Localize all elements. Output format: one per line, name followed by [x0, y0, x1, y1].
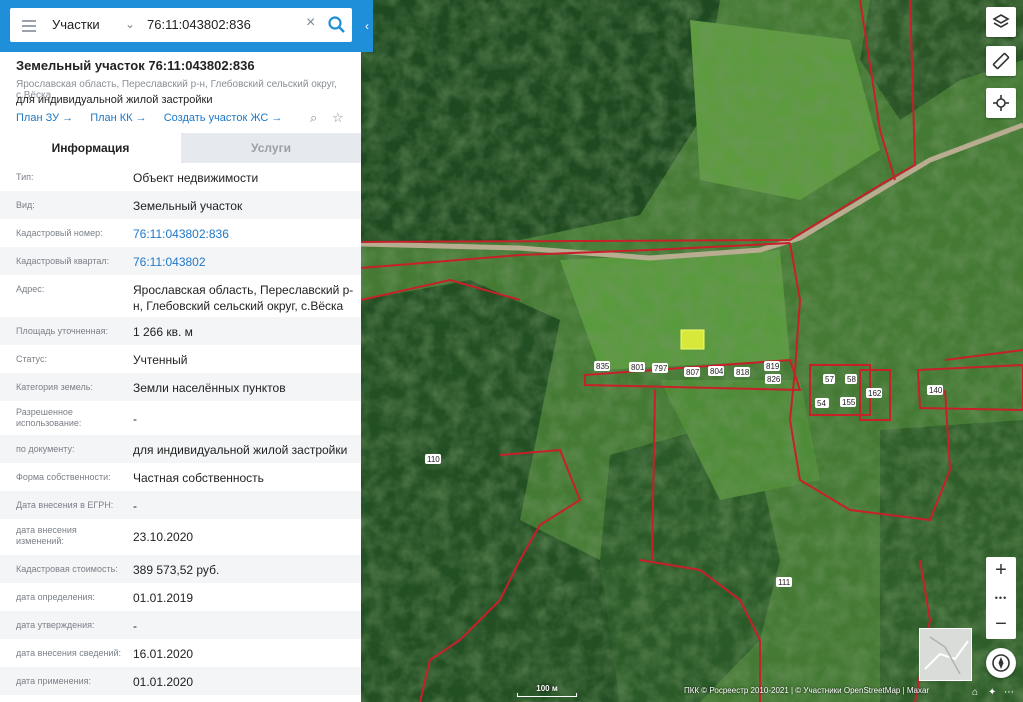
chevron-left-icon: ‹ — [365, 19, 369, 33]
parcel-label: 819 — [764, 361, 780, 371]
info-panel: Участки ⌄ 76:11:043802:836 × Земельный у… — [0, 0, 361, 702]
parcel-label: 155 — [840, 397, 856, 407]
property-row: Кадастровая стоимость: 389 573,52 руб. — [0, 555, 361, 583]
property-row: Вид: Земельный участок — [0, 191, 361, 219]
map-scale: 100 м — [517, 684, 577, 697]
property-row: Разрешенное использование: - — [16, 407, 137, 428]
property-row: Категория земель: Земли населённых пункто… — [0, 373, 361, 401]
search-box: Участки ⌄ 76:11:043802:836 × — [10, 8, 352, 42]
search-input[interactable]: 76:11:043802:836 — [147, 17, 251, 32]
property-row: Дата внесения в ЕГРН: - — [0, 491, 361, 519]
svg-text:111: 111 — [778, 578, 791, 587]
parcel-label: 110 — [425, 454, 441, 464]
plan-kk-link[interactable]: План КК → — [90, 112, 146, 124]
zoom-out-button[interactable]: − — [986, 611, 1016, 638]
ruler-icon — [992, 52, 1010, 70]
plan-zu-link[interactable]: План ЗУ → — [16, 112, 73, 124]
svg-text:57: 57 — [825, 375, 834, 384]
star-icon[interactable]: ☆ — [332, 110, 344, 126]
svg-text:155: 155 — [842, 398, 856, 407]
home-icon[interactable]: ⌂ — [972, 687, 978, 698]
property-table: Тип: Объект недвижимости Вид: Земельный уч… — [0, 163, 361, 695]
parcel-label: 54 — [815, 398, 829, 408]
parcel-label: 58 — [845, 374, 857, 384]
search-bar: Участки ⌄ 76:11:043802:836 × — [0, 0, 361, 52]
property-row: дата определения: 01.01.2019 — [16, 591, 194, 605]
property-row: по документу: для индивидуальной жилой за… — [0, 435, 361, 463]
svg-text:110: 110 — [427, 455, 440, 464]
parcel-label: 835 — [594, 361, 610, 371]
ruler-button[interactable] — [986, 46, 1016, 76]
search-doc-icon[interactable]: ⌕ — [310, 110, 317, 126]
object-use: для индивидуальной жилой застройки — [16, 94, 213, 106]
compass-icon — [992, 654, 1010, 672]
property-row: дата внесения сведений: 16.01.2020 — [16, 647, 194, 661]
property-row: Статус: Учтенный — [16, 353, 188, 367]
share-icon[interactable]: ⋯ — [1004, 687, 1014, 698]
search-type-select[interactable]: Участки — [52, 17, 100, 32]
property-row: Кадастровый квартал: 76:11:043802 — [0, 247, 361, 275]
parcel-label: 826 — [765, 374, 781, 384]
parcel-label: 140 — [927, 385, 943, 395]
collapse-panel-button[interactable]: ‹ — [361, 0, 373, 52]
object-title: Земельный участок 76:11:043802:836 — [16, 58, 255, 73]
zoom-in-button[interactable]: + — [986, 557, 1016, 584]
object-links: План ЗУ → План КК → Создать участок ЖС → — [16, 112, 296, 124]
parcel-label: 162 — [866, 388, 882, 398]
locate-button[interactable] — [986, 88, 1016, 118]
create-parcel-link[interactable]: Создать участок ЖС → — [164, 112, 283, 124]
chevron-down-icon[interactable]: ⌄ — [125, 17, 135, 31]
map-attribution: ПКК © Росреестр 2010-2021 | © Участники … — [684, 686, 930, 695]
svg-text:835: 835 — [596, 362, 610, 371]
layers-button[interactable] — [986, 7, 1016, 37]
tab-services[interactable]: Услуги — [181, 133, 361, 163]
svg-text:826: 826 — [767, 375, 781, 384]
compass-button[interactable] — [986, 648, 1016, 678]
svg-text:58: 58 — [847, 375, 856, 384]
svg-text:140: 140 — [929, 386, 943, 395]
close-icon[interactable]: × — [306, 14, 315, 32]
tab-info[interactable]: Информация — [0, 133, 181, 163]
svg-text:797: 797 — [654, 364, 668, 373]
parcel-label: 818 — [734, 367, 750, 377]
parcel-label: 797 — [652, 363, 668, 373]
parcel-label: 111 — [776, 577, 792, 587]
cadastral-number-link[interactable]: 76:11:043802:836 — [133, 226, 355, 242]
svg-text:54: 54 — [817, 399, 826, 408]
property-row: Тип: Объект недвижимости — [16, 171, 259, 185]
search-button[interactable] — [324, 11, 350, 39]
svg-text:807: 807 — [686, 368, 700, 377]
svg-text:804: 804 — [710, 367, 724, 376]
minimap[interactable] — [919, 628, 972, 681]
parcel-label: 801 — [629, 362, 645, 372]
property-row: дата применения: 01.01.2020 — [0, 667, 361, 695]
settings-icon[interactable]: ✦ — [988, 687, 996, 698]
property-row: дата внесения изменений: 23.10.2020 — [16, 525, 194, 546]
menu-icon[interactable] — [22, 17, 36, 33]
cadastral-quarter-link[interactable]: 76:11:043802 — [133, 254, 355, 270]
svg-text:162: 162 — [868, 389, 882, 398]
property-row: Кадастровый номер: 76:11:043802:836 — [0, 219, 361, 247]
svg-text:819: 819 — [766, 362, 780, 371]
zoom-controls: + ••• − — [986, 557, 1016, 639]
svg-text:801: 801 — [631, 363, 645, 372]
layers-icon — [992, 14, 1010, 28]
property-row: Форма собственности: Частная собственност… — [16, 471, 264, 485]
tab-bar: Информация Услуги — [0, 133, 361, 163]
property-row: Адрес: Ярославская область, Переславский … — [16, 283, 354, 313]
svg-text:818: 818 — [736, 368, 750, 377]
parcel-label: 807 — [684, 367, 700, 377]
search-icon — [328, 16, 345, 33]
property-row: Площадь уточненная: 1 266 кв. м — [0, 317, 361, 345]
parcel-label: 804 — [708, 366, 724, 376]
more-button[interactable]: ••• — [986, 584, 1016, 611]
crosshair-icon — [993, 95, 1009, 111]
property-row: дата утверждения: - — [0, 611, 361, 639]
parcel-label: 57 — [823, 374, 835, 384]
